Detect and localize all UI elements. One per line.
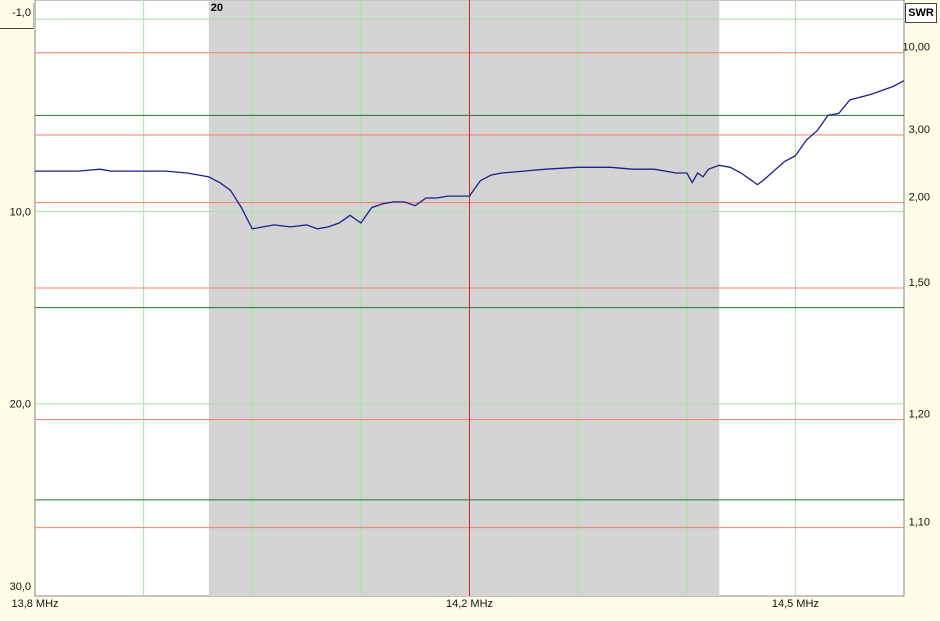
left-axis-tick-label: 20,0 — [10, 399, 31, 411]
right-axis-tick-label: 1,50 — [909, 277, 930, 289]
x-axis-ticks: 13,8 MHz 14,2 MHz 14,5 MHz — [11, 598, 818, 610]
swr-axis-title[interactable]: SWR — [905, 3, 937, 23]
right-axis-tick-label: 1,10 — [909, 517, 930, 529]
band-label: 20 — [211, 2, 223, 14]
right-axis-tick-label: 2,00 — [909, 192, 930, 204]
x-axis-tick-label: 13,8 MHz — [11, 598, 58, 610]
right-axis-tick-label: 1,20 — [909, 409, 930, 421]
x-axis-tick-label: 14,2 MHz — [446, 598, 493, 610]
right-axis-tick-label: 10,00 — [902, 42, 930, 54]
left-axis-tick-label: 30,0 — [10, 581, 31, 593]
left-axis-ticks: -1,0 10,0 20,0 30,0 — [10, 7, 31, 593]
band-highlight — [209, 1, 720, 596]
x-axis-tick-label: 14,5 MHz — [772, 598, 819, 610]
right-axis-tick-label: 3,00 — [909, 124, 930, 136]
left-axis-tick-label: 10,0 — [10, 206, 31, 218]
swr-chart: 20 -1,0 10,0 20,0 30,0 10,00 3,00 2,00 1,50 1,2… — [0, 0, 940, 621]
left-axis-tick-label: -1,0 — [12, 7, 31, 19]
right-axis-ticks: 10,00 3,00 2,00 1,50 1,20 1,10 — [902, 42, 930, 529]
